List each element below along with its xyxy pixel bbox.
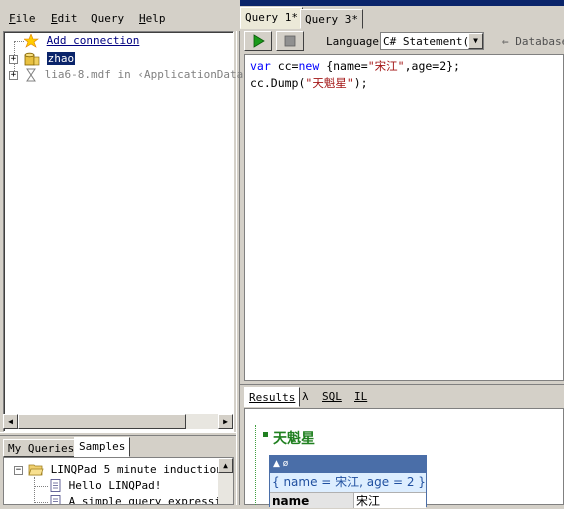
- code-line-2: cc.Dump("天魁星");: [250, 75, 368, 92]
- language-select[interactable]: C# Statement(s ▼: [380, 32, 484, 50]
- database-selector[interactable]: ⇐ Database: [502, 35, 564, 48]
- add-connection-row[interactable]: Add connection: [23, 33, 140, 48]
- sample-folder-label: LINQPad 5 minute induction: [50, 463, 223, 476]
- result-heading: 天魁星: [273, 431, 315, 447]
- table-caption[interactable]: ▲ ø: [270, 456, 426, 473]
- horizontal-splitter[interactable]: [0, 432, 236, 436]
- menu-edit[interactable]: Edit: [51, 12, 78, 25]
- connection-zhao[interactable]: zhao: [24, 52, 76, 66]
- samples-tree: − LINQPad 5 minute induction Hello LINQP…: [3, 457, 234, 505]
- scroll-up-icon[interactable]: ▲: [218, 458, 233, 473]
- tree-line: [34, 502, 48, 503]
- database-label: Database: [515, 35, 564, 48]
- star-icon: [23, 33, 39, 48]
- results-splitter[interactable]: [240, 381, 564, 385]
- hourglass-icon: [26, 68, 36, 82]
- stop-icon: [284, 35, 296, 47]
- sample-item-label: A simple query expressi: [68, 495, 221, 505]
- expand-zhao[interactable]: +: [9, 55, 18, 64]
- sample-item-label: Hello LINQPad!: [68, 479, 162, 492]
- run-button[interactable]: [244, 31, 272, 51]
- menu-file-label: ile: [15, 12, 36, 25]
- connection-mdf-label: lia6-8.mdf in ‹ApplicationData›: [44, 68, 250, 81]
- code-token: {name=: [319, 59, 368, 73]
- language-value: C# Statement(s: [383, 35, 476, 48]
- code-token: ,age=2};: [404, 59, 460, 73]
- play-icon: [253, 34, 265, 48]
- menu-edit-label: dit: [57, 12, 78, 25]
- tab-lambda[interactable]: λ: [298, 387, 313, 407]
- results-panel: 天魁星 ▲ ø { name = 宋江, age = 2 } name 宋江: [244, 408, 564, 508]
- tree-line: [34, 477, 35, 504]
- tab-il[interactable]: IL: [350, 387, 371, 407]
- code-token: cc=: [270, 59, 299, 73]
- tab-my-queries[interactable]: My Queries: [3, 439, 80, 457]
- code-line-1: var cc=new {name="宋江",age=2};: [250, 58, 460, 75]
- code-token: );: [353, 76, 368, 90]
- tree-line: [34, 486, 48, 487]
- code-editor[interactable]: var cc=new {name="宋江",age=2}; cc.Dump("天…: [244, 54, 564, 381]
- bullet-icon: [263, 432, 268, 437]
- menu-help[interactable]: Help: [139, 12, 166, 25]
- result-object-table: ▲ ø { name = 宋江, age = 2 } name 宋江: [269, 455, 427, 508]
- object-summary: { name = 宋江, age = 2 }: [270, 473, 426, 492]
- menu-help-label: elp: [145, 12, 166, 25]
- row-value: 宋江: [354, 492, 426, 508]
- menu-query[interactable]: Query: [91, 12, 124, 25]
- tab-sql[interactable]: SQL: [318, 387, 346, 407]
- add-connection-link[interactable]: Add connection: [47, 34, 140, 47]
- menu-file[interactable]: File: [9, 12, 36, 25]
- menu-help-mnemonic: H: [139, 12, 146, 25]
- menu-edit-mnemonic: E: [51, 12, 58, 25]
- result-guide-line: [255, 425, 256, 505]
- code-token: "宋江": [367, 59, 405, 73]
- code-token: cc.Dump(: [250, 76, 306, 90]
- query-toolbar: Language C# Statement(s ▼ ⇐ Database: [240, 29, 564, 53]
- vertical-splitter[interactable]: [236, 31, 240, 505]
- menu-bar: File Edit Query Help: [0, 0, 240, 30]
- sample-folder[interactable]: LINQPad 5 minute induction: [28, 463, 223, 477]
- sample-item[interactable]: Hello LINQPad!: [50, 479, 161, 493]
- sample-item[interactable]: A simple query expressi: [50, 495, 221, 505]
- collapse-induction[interactable]: −: [14, 466, 23, 475]
- menu-query-label: Query: [91, 12, 125, 25]
- tree-hscrollbar[interactable]: ◀ ▶: [3, 414, 233, 429]
- samples-vscrollbar[interactable]: ▲: [218, 458, 233, 504]
- connection-mdf[interactable]: lia6-8.mdf in ‹ApplicationData›: [24, 68, 250, 82]
- database-icon: [24, 52, 40, 66]
- stop-button[interactable]: [276, 31, 304, 51]
- scroll-right-icon[interactable]: ▶: [218, 414, 233, 429]
- code-token: new: [298, 59, 320, 73]
- arrow-left-icon: ⇐: [502, 35, 509, 48]
- scroll-thumb[interactable]: [18, 414, 186, 429]
- tab-samples[interactable]: Samples: [74, 437, 131, 457]
- connection-zhao-label: zhao: [46, 52, 76, 65]
- folder-open-icon: [28, 464, 44, 476]
- tab-results[interactable]: Results: [244, 387, 301, 407]
- connection-tree: Add connection + zhao + lia6-8.mdf in ‹A…: [3, 31, 250, 432]
- code-token: "天魁星": [305, 76, 354, 90]
- document-icon: [50, 495, 61, 504]
- row-key: name: [270, 492, 354, 508]
- document-icon: [50, 479, 61, 492]
- tab-query-1[interactable]: Query 1*: [240, 7, 303, 29]
- language-label: Language: [326, 35, 379, 48]
- tab-query-3[interactable]: Query 3*: [300, 9, 363, 29]
- tree-line: [14, 41, 24, 42]
- scroll-left-icon[interactable]: ◀: [3, 414, 18, 429]
- code-token: var: [250, 59, 271, 73]
- chevron-down-icon[interactable]: ▼: [468, 33, 483, 49]
- menu-file-mnemonic: F: [9, 12, 16, 25]
- expand-mdf[interactable]: +: [9, 71, 18, 80]
